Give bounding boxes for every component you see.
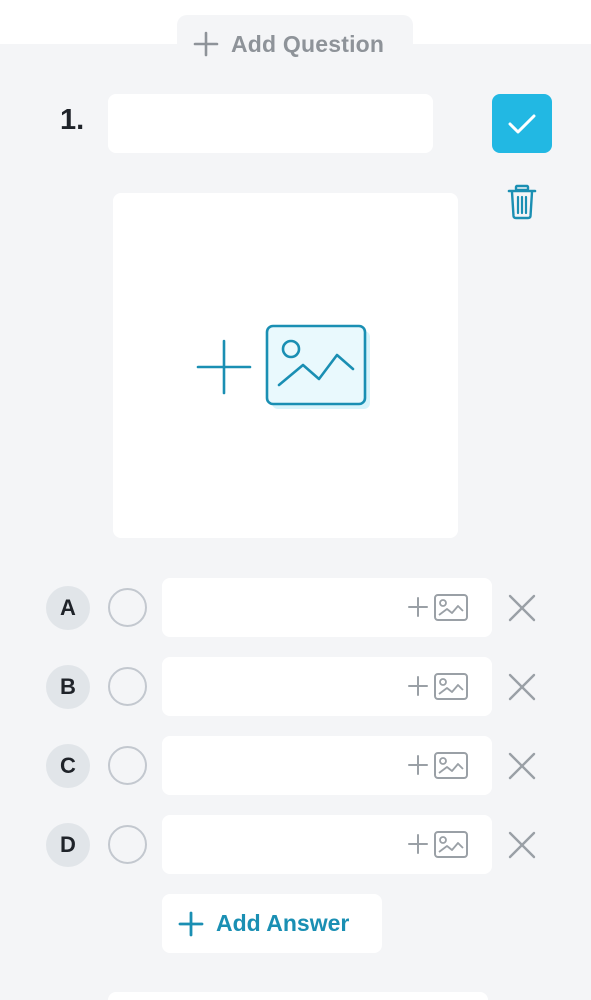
answer-add-image-button[interactable] bbox=[408, 593, 470, 628]
plus-icon bbox=[193, 31, 219, 57]
answer-text-input[interactable] bbox=[162, 578, 402, 637]
question-number: 1. bbox=[60, 104, 85, 136]
add-image-icon bbox=[408, 831, 468, 858]
remove-answer-button[interactable] bbox=[508, 752, 536, 785]
answer-input-box bbox=[162, 578, 492, 637]
plus-icon bbox=[178, 911, 204, 936]
add-question-label: Add Question bbox=[231, 30, 385, 57]
next-question-card bbox=[108, 992, 488, 1000]
question-text-input[interactable] bbox=[108, 94, 433, 153]
answer-row-a: A bbox=[0, 578, 591, 637]
answer-letter-badge: A bbox=[46, 586, 90, 630]
remove-answer-button[interactable] bbox=[508, 673, 536, 706]
check-icon bbox=[508, 114, 536, 133]
close-icon bbox=[508, 594, 536, 622]
answer-text-input[interactable] bbox=[162, 815, 402, 874]
answer-add-image-button[interactable] bbox=[408, 751, 470, 786]
answer-text-input[interactable] bbox=[162, 736, 402, 795]
answer-input-box bbox=[162, 815, 492, 874]
confirm-button[interactable] bbox=[492, 94, 552, 153]
answer-letter-badge: D bbox=[46, 823, 90, 867]
add-image-icon bbox=[408, 673, 468, 700]
add-image-icon bbox=[408, 594, 468, 621]
trash-icon bbox=[507, 184, 537, 220]
answer-correct-radio[interactable] bbox=[108, 588, 147, 627]
answer-add-image-button[interactable] bbox=[408, 830, 470, 865]
close-icon bbox=[508, 831, 536, 859]
question-image-upload[interactable] bbox=[113, 193, 458, 538]
add-image-icon bbox=[196, 324, 370, 409]
answer-text-input[interactable] bbox=[162, 657, 402, 716]
add-answer-button[interactable]: Add Answer bbox=[162, 894, 382, 953]
answer-input-box bbox=[162, 736, 492, 795]
close-icon bbox=[508, 752, 536, 780]
close-icon bbox=[508, 673, 536, 701]
add-answer-label: Add Answer bbox=[216, 910, 350, 936]
remove-answer-button[interactable] bbox=[508, 831, 536, 864]
add-image-icon bbox=[408, 752, 468, 779]
answer-row-b: B bbox=[0, 657, 591, 716]
add-question-button[interactable]: Add Question bbox=[177, 15, 413, 73]
answer-letter-badge: C bbox=[46, 744, 90, 788]
answer-letter-badge: B bbox=[46, 665, 90, 709]
remove-answer-button[interactable] bbox=[508, 594, 536, 627]
answer-correct-radio[interactable] bbox=[108, 667, 147, 706]
answer-correct-radio[interactable] bbox=[108, 746, 147, 785]
answer-row-c: C bbox=[0, 736, 591, 795]
answer-add-image-button[interactable] bbox=[408, 672, 470, 707]
answer-input-box bbox=[162, 657, 492, 716]
answer-row-d: D bbox=[0, 815, 591, 874]
delete-question-button[interactable] bbox=[506, 184, 538, 220]
answer-correct-radio[interactable] bbox=[108, 825, 147, 864]
